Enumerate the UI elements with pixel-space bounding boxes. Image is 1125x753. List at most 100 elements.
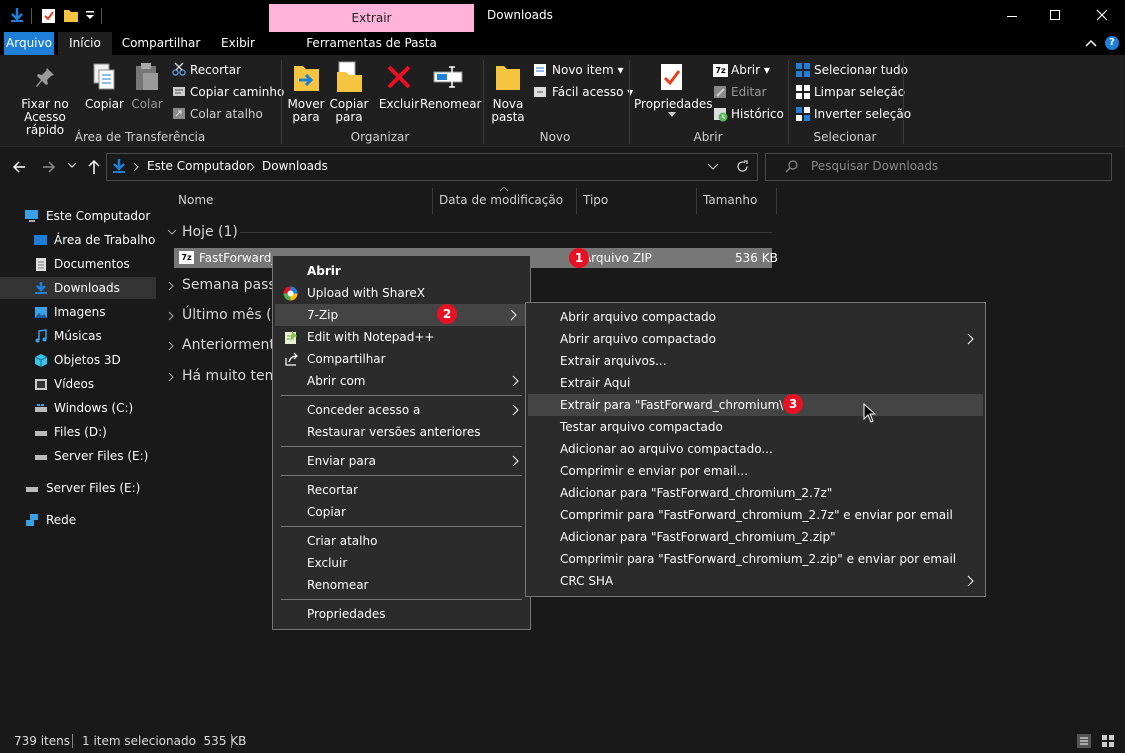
breadcrumb-este-computador[interactable]: Este Computador [147, 159, 251, 173]
menu-create-shortcut[interactable]: Criar atalho [273, 530, 530, 552]
group-collapse-icon[interactable] [167, 229, 177, 237]
open-button[interactable]: Abrir ▾ [731, 63, 770, 77]
tab-exibir[interactable]: Exibir [210, 32, 266, 55]
select-all-button[interactable]: Selecionar tudo [814, 63, 908, 77]
group-expand-icon[interactable] [168, 311, 176, 321]
paste-shortcut-button[interactable]: Colar atalho [190, 107, 263, 121]
nav-windows-c[interactable]: Windows (C:) [0, 397, 156, 419]
group-expand-icon[interactable] [168, 341, 176, 351]
recent-locations-icon[interactable] [68, 163, 76, 169]
menu-copy[interactable]: Copiar [273, 501, 530, 523]
large-icons-view-icon[interactable] [1101, 734, 1115, 748]
easy-access-button[interactable]: Fácil acesso ▾ [552, 85, 633, 99]
menu-rename[interactable]: Renomear [273, 574, 530, 596]
submenu-item-extract-to[interactable]: Extrair para "FastForward_chromium\" [528, 394, 983, 416]
submenu-item[interactable]: Abrir arquivo compactado [526, 328, 985, 350]
minimize-icon[interactable] [1006, 10, 1018, 22]
breadcrumb-chevron-icon[interactable] [249, 163, 255, 171]
column-date[interactable]: Data de modificação [439, 193, 563, 207]
nav-imagens[interactable]: Imagens [0, 301, 156, 323]
column-divider[interactable] [776, 188, 777, 214]
copy-path-button[interactable]: Copiar caminho [190, 85, 284, 99]
properties-qat-icon[interactable] [41, 7, 57, 24]
menu-grant-access[interactable]: Conceder acesso a [273, 399, 530, 421]
nav-objetos-3d[interactable]: Objetos 3D [0, 349, 156, 371]
submenu-item[interactable]: Adicionar para "FastForward_chromium_2.7… [526, 482, 985, 504]
maximize-icon[interactable] [1049, 9, 1061, 21]
group-hoje[interactable]: Hoje (1) [182, 224, 238, 240]
submenu-item[interactable]: Testar arquivo compactado [526, 416, 985, 438]
submenu-item[interactable]: Abrir arquivo compactado [526, 306, 985, 328]
submenu-item[interactable]: Comprimir para "FastForward_chromium_2.7… [526, 504, 985, 526]
submenu-item[interactable]: Comprimir e enviar por email... [526, 460, 985, 482]
menu-upload-sharex[interactable]: Upload with ShareX [273, 282, 530, 304]
properties-dropdown-icon[interactable] [668, 112, 676, 118]
rename-button[interactable]: Renomear [420, 98, 482, 111]
cut-button[interactable]: Recortar [190, 63, 241, 77]
nav-downloads[interactable]: Downloads [0, 277, 156, 299]
menu-open-with[interactable]: Abrir com [273, 370, 530, 392]
column-divider[interactable] [576, 188, 577, 214]
column-name[interactable]: Nome [178, 193, 213, 207]
column-type[interactable]: Tipo [583, 193, 608, 207]
column-divider[interactable] [432, 188, 433, 214]
submenu-item[interactable]: Adicionar ao arquivo compactado... [526, 438, 985, 460]
tab-compartilhar[interactable]: Compartilhar [116, 32, 206, 55]
nav-musicas[interactable]: Músicas [0, 325, 156, 347]
tab-arquivo[interactable]: Arquivo [4, 32, 54, 55]
menu-7zip[interactable]: 7-Zip [275, 304, 528, 326]
menu-send-to[interactable]: Enviar para [273, 450, 530, 472]
nav-videos[interactable]: Vídeos [0, 373, 156, 395]
nav-server-files-e-root[interactable]: Server Files (E:) [0, 477, 156, 499]
menu-delete[interactable]: Excluir [273, 552, 530, 574]
menu-restore-versions[interactable]: Restaurar versões anteriores [273, 421, 530, 443]
nav-este-computador[interactable]: Este Computador [0, 205, 156, 227]
column-size[interactable]: Tamanho [703, 193, 757, 207]
column-divider[interactable] [696, 188, 697, 214]
search-input[interactable]: Pesquisar Downloads [811, 159, 938, 173]
tab-ferramentas[interactable]: Ferramentas de Pasta Compactada [270, 32, 473, 72]
group-expand-icon[interactable] [168, 281, 176, 291]
invert-selection-button[interactable]: Inverter seleção [814, 107, 911, 121]
group-semana-passada[interactable]: Semana passa [182, 277, 284, 293]
copy-to-button[interactable]: Copiar para [327, 98, 371, 124]
edit-button[interactable]: Editar [731, 85, 767, 99]
clear-selection-button[interactable]: Limpar seleção [814, 85, 905, 99]
new-item-button[interactable]: Novo item ▾ [552, 63, 624, 77]
submenu-item[interactable]: Comprimir para "FastForward_chromium_2.z… [526, 548, 985, 570]
copy-button[interactable]: Copiar [85, 98, 124, 111]
submenu-item[interactable]: Adicionar para "FastForward_chromium_2.z… [526, 526, 985, 548]
address-dropdown-icon[interactable] [708, 164, 718, 170]
submenu-item[interactable]: Extrair arquivos... [526, 350, 985, 372]
details-view-icon[interactable] [1077, 734, 1091, 748]
nav-server-files-e[interactable]: Server Files (E:) [0, 445, 156, 467]
menu-share[interactable]: Compartilhar [273, 348, 530, 370]
nav-files-d[interactable]: Files (D:) [0, 421, 156, 443]
up-icon[interactable] [87, 159, 101, 175]
nav-documentos[interactable]: Documentos [0, 253, 156, 275]
menu-cut[interactable]: Recortar [273, 479, 530, 501]
submenu-item[interactable]: CRC SHA [526, 570, 985, 592]
group-ultimo-mes[interactable]: Último mês (8 [182, 307, 281, 323]
group-anteriormente[interactable]: Anteriorment [182, 337, 275, 353]
nav-rede[interactable]: Rede [0, 509, 156, 531]
move-to-button[interactable]: Mover para [284, 98, 328, 124]
submenu-item[interactable]: Extrair Aqui [526, 372, 985, 394]
tab-inicio[interactable]: Início [58, 32, 112, 55]
group-ha-muito-tempo[interactable]: Há muito tem [182, 368, 278, 384]
breadcrumb-downloads[interactable]: Downloads [262, 159, 328, 173]
delete-button[interactable]: Excluir [377, 98, 421, 111]
history-button[interactable]: Histórico [731, 107, 784, 121]
new-folder-qat-icon[interactable] [63, 7, 79, 23]
nav-area-de-trabalho[interactable]: Área de Trabalho [0, 229, 156, 251]
quick-access-download-icon[interactable] [9, 7, 25, 23]
menu-open[interactable]: Abrir [273, 260, 530, 282]
forward-icon[interactable] [42, 160, 56, 174]
refresh-icon[interactable] [736, 160, 749, 173]
group-expand-icon[interactable] [168, 372, 176, 382]
close-icon[interactable] [1096, 9, 1108, 21]
help-icon[interactable]: ? [1105, 36, 1119, 50]
menu-properties[interactable]: Propriedades [273, 603, 530, 625]
breadcrumb-chevron-icon[interactable] [133, 163, 139, 171]
new-folder-button[interactable]: Nova pasta [488, 98, 528, 124]
